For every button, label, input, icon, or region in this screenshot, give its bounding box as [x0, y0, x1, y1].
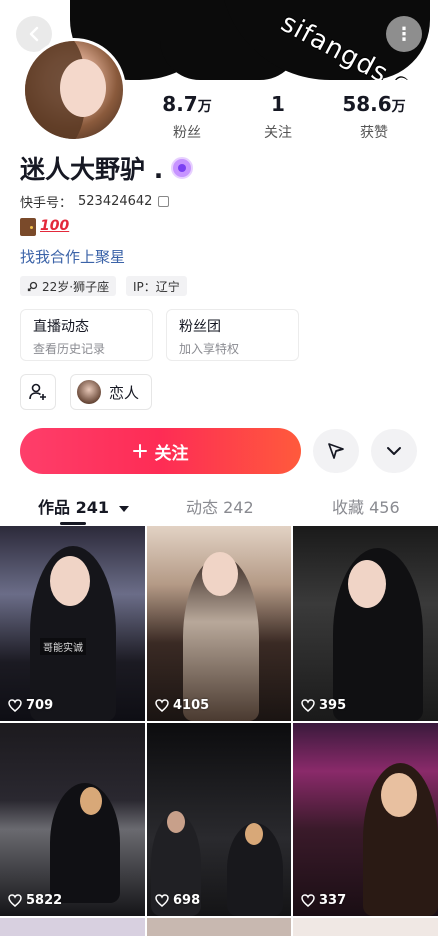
video-tile[interactable]: 698: [147, 723, 291, 916]
stat-fans[interactable]: 8.7万 粉丝: [142, 92, 232, 142]
heart-icon: [8, 699, 22, 712]
age-zodiac-tag: 22岁·狮子座: [20, 276, 117, 296]
video-face: [202, 552, 238, 596]
stat-label: 关注: [264, 125, 292, 141]
video-likes-count: 5822: [26, 893, 63, 908]
active-tab-indicator: [60, 522, 86, 525]
uid-value: 523424642: [78, 194, 153, 209]
video-tile[interactable]: [293, 918, 438, 936]
video-likes: 698: [155, 893, 200, 908]
ip-location-text: IP：辽宁: [133, 279, 180, 294]
follow-button[interactable]: 关注: [20, 428, 301, 474]
heart-icon: [301, 699, 315, 712]
ip-location-tag: IP：辽宁: [126, 276, 187, 296]
relation-button[interactable]: 恋人: [70, 374, 153, 410]
heart-icon: [155, 699, 169, 712]
video-face: [245, 823, 263, 845]
caret-down-icon: [118, 505, 129, 512]
add-friend-button[interactable]: [20, 374, 56, 410]
content-tabs: 作品 241 动态 242 收藏 456: [0, 488, 438, 526]
tab-moments[interactable]: 动态 242: [186, 494, 254, 518]
video-tile[interactable]: [147, 918, 291, 936]
video-tile[interactable]: 5822: [0, 723, 145, 916]
paper-plane-icon: [328, 443, 344, 459]
stat-value: 1: [271, 92, 285, 116]
more-options-button[interactable]: ⋮: [386, 16, 422, 52]
more-dots-icon: ⋮: [395, 23, 413, 45]
video-tile[interactable]: 哥能实诚 709: [0, 526, 145, 721]
uid-label: 快手号：: [20, 196, 73, 211]
age-zodiac-text: 22岁·狮子座: [42, 279, 110, 294]
card-subtitle: 查看历史记录: [33, 342, 106, 356]
stat-likes[interactable]: 58.6万 获赞: [329, 92, 419, 142]
video-likes: 395: [301, 698, 346, 713]
bio-emojis: 100: [20, 218, 69, 236]
video-likes-count: 395: [319, 698, 347, 713]
fan-group-card[interactable]: 粉丝团 加入享特权: [166, 309, 299, 361]
video-face: [348, 560, 386, 608]
video-face: [167, 811, 185, 833]
door-emoji-icon: [20, 218, 36, 236]
video-likes: 5822: [8, 893, 62, 908]
cooperation-link[interactable]: 找我合作上聚星: [20, 246, 125, 267]
video-grid: 哥能实诚 709 4105 395 5822 698 337: [0, 526, 438, 936]
video-face: [381, 773, 417, 817]
verified-badge-icon[interactable]: [171, 157, 194, 179]
heart-icon: [155, 894, 169, 907]
video-likes: 4105: [155, 698, 209, 713]
relation-label: 恋人: [109, 383, 140, 402]
female-icon: [27, 281, 38, 291]
video-tile[interactable]: [0, 918, 145, 936]
tab-works[interactable]: 作品 241: [38, 494, 129, 518]
chevron-down-icon: [387, 447, 401, 455]
card-title: 粉丝团: [179, 319, 221, 335]
profile-name: 迷人大野驴 .: [20, 150, 194, 186]
video-likes-count: 337: [319, 893, 347, 908]
stat-value: 8.7万: [162, 92, 212, 116]
copy-icon[interactable]: [158, 196, 170, 207]
expand-button[interactable]: [371, 429, 417, 473]
video-likes: 337: [301, 893, 346, 908]
video-overlay-text: 哥能实诚: [40, 638, 86, 655]
video-face: [50, 556, 90, 606]
video-tile[interactable]: 395: [293, 526, 438, 721]
partner-avatar: [77, 380, 101, 404]
video-tile[interactable]: 337: [293, 723, 438, 916]
card-subtitle: 加入享特权: [179, 342, 240, 356]
avatar-face: [60, 59, 106, 117]
send-message-button[interactable]: [313, 429, 359, 473]
video-likes-count: 709: [26, 698, 54, 713]
follow-label: 关注: [154, 443, 189, 464]
stat-label: 获赞: [360, 125, 388, 141]
video-likes: 709: [8, 698, 53, 713]
add-user-icon: [29, 383, 46, 400]
stat-following[interactable]: 1 关注: [233, 92, 323, 142]
stat-value: 58.6万: [342, 92, 406, 116]
live-history-card[interactable]: 直播动态 查看历史记录: [20, 309, 153, 361]
hundred-emoji-icon: 100: [40, 218, 70, 234]
video-tile[interactable]: 4105: [147, 526, 291, 721]
plus-icon: [132, 444, 147, 458]
video-face: [80, 787, 102, 815]
stat-label: 粉丝: [173, 125, 201, 141]
user-id: 快手号： 523424642: [20, 192, 170, 211]
card-title: 直播动态: [33, 319, 89, 335]
tab-favorites[interactable]: 收藏 456: [332, 494, 400, 518]
profile-name-text: 迷人大野驴 .: [20, 155, 164, 184]
video-likes-count: 698: [173, 893, 201, 908]
chevron-left-icon: [29, 26, 39, 42]
avatar[interactable]: [22, 38, 126, 142]
video-likes-count: 4105: [173, 698, 210, 713]
tab-label: 作品 241: [38, 498, 109, 517]
heart-icon: [8, 894, 22, 907]
heart-icon: [301, 894, 315, 907]
